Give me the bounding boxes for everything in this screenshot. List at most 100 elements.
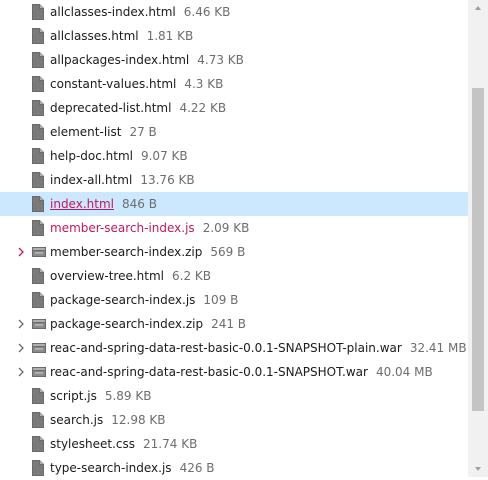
file-entry: package-search-index.zip 241 B: [50, 316, 246, 332]
file-row[interactable]: index.html 846 B: [0, 192, 468, 216]
file-entry: search.js 12.98 KB: [50, 412, 166, 428]
file-row[interactable]: allpackages-index.html 4.73 KB: [0, 48, 468, 72]
file-name[interactable]: member-search-index.zip: [50, 245, 202, 259]
file-row[interactable]: stylesheet.css 21.74 KB: [0, 432, 468, 456]
archive-icon: [32, 244, 46, 260]
file-name[interactable]: element-list: [50, 125, 121, 139]
file-icon: [32, 76, 44, 92]
file-entry: package-search-index.js 109 B: [50, 292, 238, 308]
file-size: 4.3 KB: [184, 77, 224, 91]
file-size: 27 B: [129, 125, 157, 139]
file-size: 12.98 KB: [111, 413, 166, 427]
file-entry: type-search-index.js 426 B: [50, 460, 215, 476]
file-name[interactable]: package-search-index.js: [50, 293, 195, 307]
file-row[interactable]: allclasses.html 1.81 KB: [0, 24, 468, 48]
vertical-scrollbar[interactable]: [468, 0, 488, 477]
file-name[interactable]: reac-and-spring-data-rest-basic-0.0.1-SN…: [50, 341, 402, 355]
file-name[interactable]: search.js: [50, 413, 103, 427]
file-row[interactable]: member-search-index.js 2.09 KB: [0, 216, 468, 240]
file-row[interactable]: script.js 5.89 KB: [0, 384, 468, 408]
file-row[interactable]: index-all.html 13.76 KB: [0, 168, 468, 192]
file-icon: [32, 4, 44, 20]
file-icon: [32, 460, 44, 476]
file-size: 32.41 MB: [409, 341, 467, 355]
scroll-up-arrow-icon[interactable]: [468, 0, 488, 16]
file-name[interactable]: script.js: [50, 389, 97, 403]
file-row[interactable]: allclasses-index.html 6.46 KB: [0, 0, 468, 24]
file-icon: [32, 220, 44, 236]
file-name[interactable]: allclasses-index.html: [50, 5, 176, 19]
file-name[interactable]: allclasses.html: [50, 29, 139, 43]
file-icon: [32, 148, 44, 164]
archive-icon: [32, 364, 46, 380]
file-entry: index.html 846 B: [50, 196, 157, 212]
file-row[interactable]: element-list 27 B: [0, 120, 468, 144]
file-name[interactable]: package-search-index.zip: [50, 317, 203, 331]
file-size: 109 B: [203, 293, 239, 307]
file-entry: element-list 27 B: [50, 124, 157, 140]
file-icon: [32, 172, 44, 188]
file-name[interactable]: overview-tree.html: [50, 269, 164, 283]
file-name[interactable]: type-search-index.js: [50, 461, 172, 475]
file-name[interactable]: index.html: [50, 197, 114, 211]
file-row[interactable]: member-search-index.zip 569 B: [0, 240, 468, 264]
file-name[interactable]: member-search-index.js: [50, 221, 195, 235]
archive-icon: [32, 340, 46, 356]
file-icon: [32, 100, 44, 116]
file-name[interactable]: allpackages-index.html: [50, 53, 189, 67]
file-icon: [32, 436, 44, 452]
file-size: 6.2 KB: [172, 269, 212, 283]
file-row[interactable]: help-doc.html 9.07 KB: [0, 144, 468, 168]
file-entry: member-search-index.zip 569 B: [50, 244, 245, 260]
file-entry: allclasses.html 1.81 KB: [50, 28, 193, 44]
file-row[interactable]: constant-values.html 4.3 KB: [0, 72, 468, 96]
file-icon: [32, 52, 44, 68]
file-icon: [32, 388, 44, 404]
file-size: 21.74 KB: [143, 437, 198, 451]
file-entry: stylesheet.css 21.74 KB: [50, 436, 197, 452]
file-size: 9.07 KB: [140, 149, 188, 163]
file-entry: reac-and-spring-data-rest-basic-0.0.1-SN…: [50, 340, 467, 356]
file-name[interactable]: constant-values.html: [50, 77, 176, 91]
file-entry: index-all.html 13.76 KB: [50, 172, 195, 188]
file-entry: allclasses-index.html 6.46 KB: [50, 4, 230, 20]
file-entry: constant-values.html 4.3 KB: [50, 76, 223, 92]
file-size: 569 B: [210, 245, 246, 259]
file-size: 241 B: [211, 317, 247, 331]
file-icon: [32, 412, 44, 428]
file-size: 426 B: [179, 461, 215, 475]
chevron-right-icon[interactable]: [15, 366, 27, 378]
file-size: 5.89 KB: [104, 389, 152, 403]
file-size: 6.46 KB: [183, 5, 231, 19]
file-row[interactable]: package-search-index.zip 241 B: [0, 312, 468, 336]
file-size: 1.81 KB: [146, 29, 194, 43]
file-size: 2.09 KB: [202, 221, 250, 235]
scrollbar-thumb[interactable]: [472, 88, 484, 411]
file-icon: [32, 196, 44, 212]
file-name[interactable]: reac-and-spring-data-rest-basic-0.0.1-SN…: [50, 365, 368, 379]
chevron-right-icon[interactable]: [15, 342, 27, 354]
file-name[interactable]: stylesheet.css: [50, 437, 135, 451]
file-entry: script.js 5.89 KB: [50, 388, 151, 404]
file-name[interactable]: help-doc.html: [50, 149, 133, 163]
file-icon: [32, 268, 44, 284]
file-row[interactable]: overview-tree.html 6.2 KB: [0, 264, 468, 288]
file-row[interactable]: reac-and-spring-data-rest-basic-0.0.1-SN…: [0, 360, 468, 384]
file-entry: reac-and-spring-data-rest-basic-0.0.1-SN…: [50, 364, 433, 380]
file-row[interactable]: type-search-index.js 426 B: [0, 456, 468, 480]
chevron-right-icon[interactable]: [15, 318, 27, 330]
file-name[interactable]: deprecated-list.html: [50, 101, 171, 115]
scroll-down-arrow-icon[interactable]: [468, 461, 488, 477]
file-row[interactable]: package-search-index.js 109 B: [0, 288, 468, 312]
file-icon: [32, 124, 44, 140]
archive-icon: [32, 316, 46, 332]
chevron-right-icon[interactable]: [15, 246, 27, 258]
file-row[interactable]: deprecated-list.html 4.22 KB: [0, 96, 468, 120]
file-size: 846 B: [121, 197, 157, 211]
file-row[interactable]: search.js 12.98 KB: [0, 408, 468, 432]
file-name[interactable]: index-all.html: [50, 173, 132, 187]
file-icon: [32, 292, 44, 308]
file-size: 13.76 KB: [140, 173, 195, 187]
file-row[interactable]: reac-and-spring-data-rest-basic-0.0.1-SN…: [0, 336, 468, 360]
file-entry: allpackages-index.html 4.73 KB: [50, 52, 244, 68]
